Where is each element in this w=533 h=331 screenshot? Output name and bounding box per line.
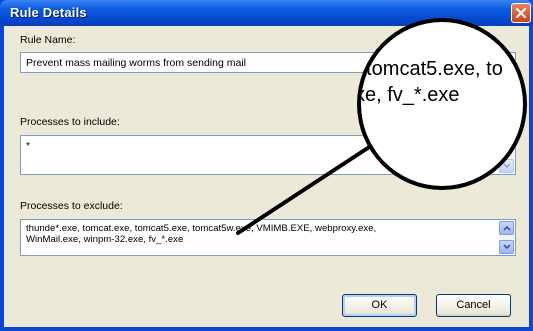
magnifier-line-2: xe, fv_*.exe xyxy=(357,84,460,106)
magnifier-line-1: , tomcat5.exe, to xyxy=(357,58,503,80)
magnifier-callout: , tomcat5.exe, to xe, fv_*.exe xyxy=(357,18,527,190)
rule-details-window: Rule Details Rule Name: Prevent mass mai… xyxy=(0,0,533,331)
